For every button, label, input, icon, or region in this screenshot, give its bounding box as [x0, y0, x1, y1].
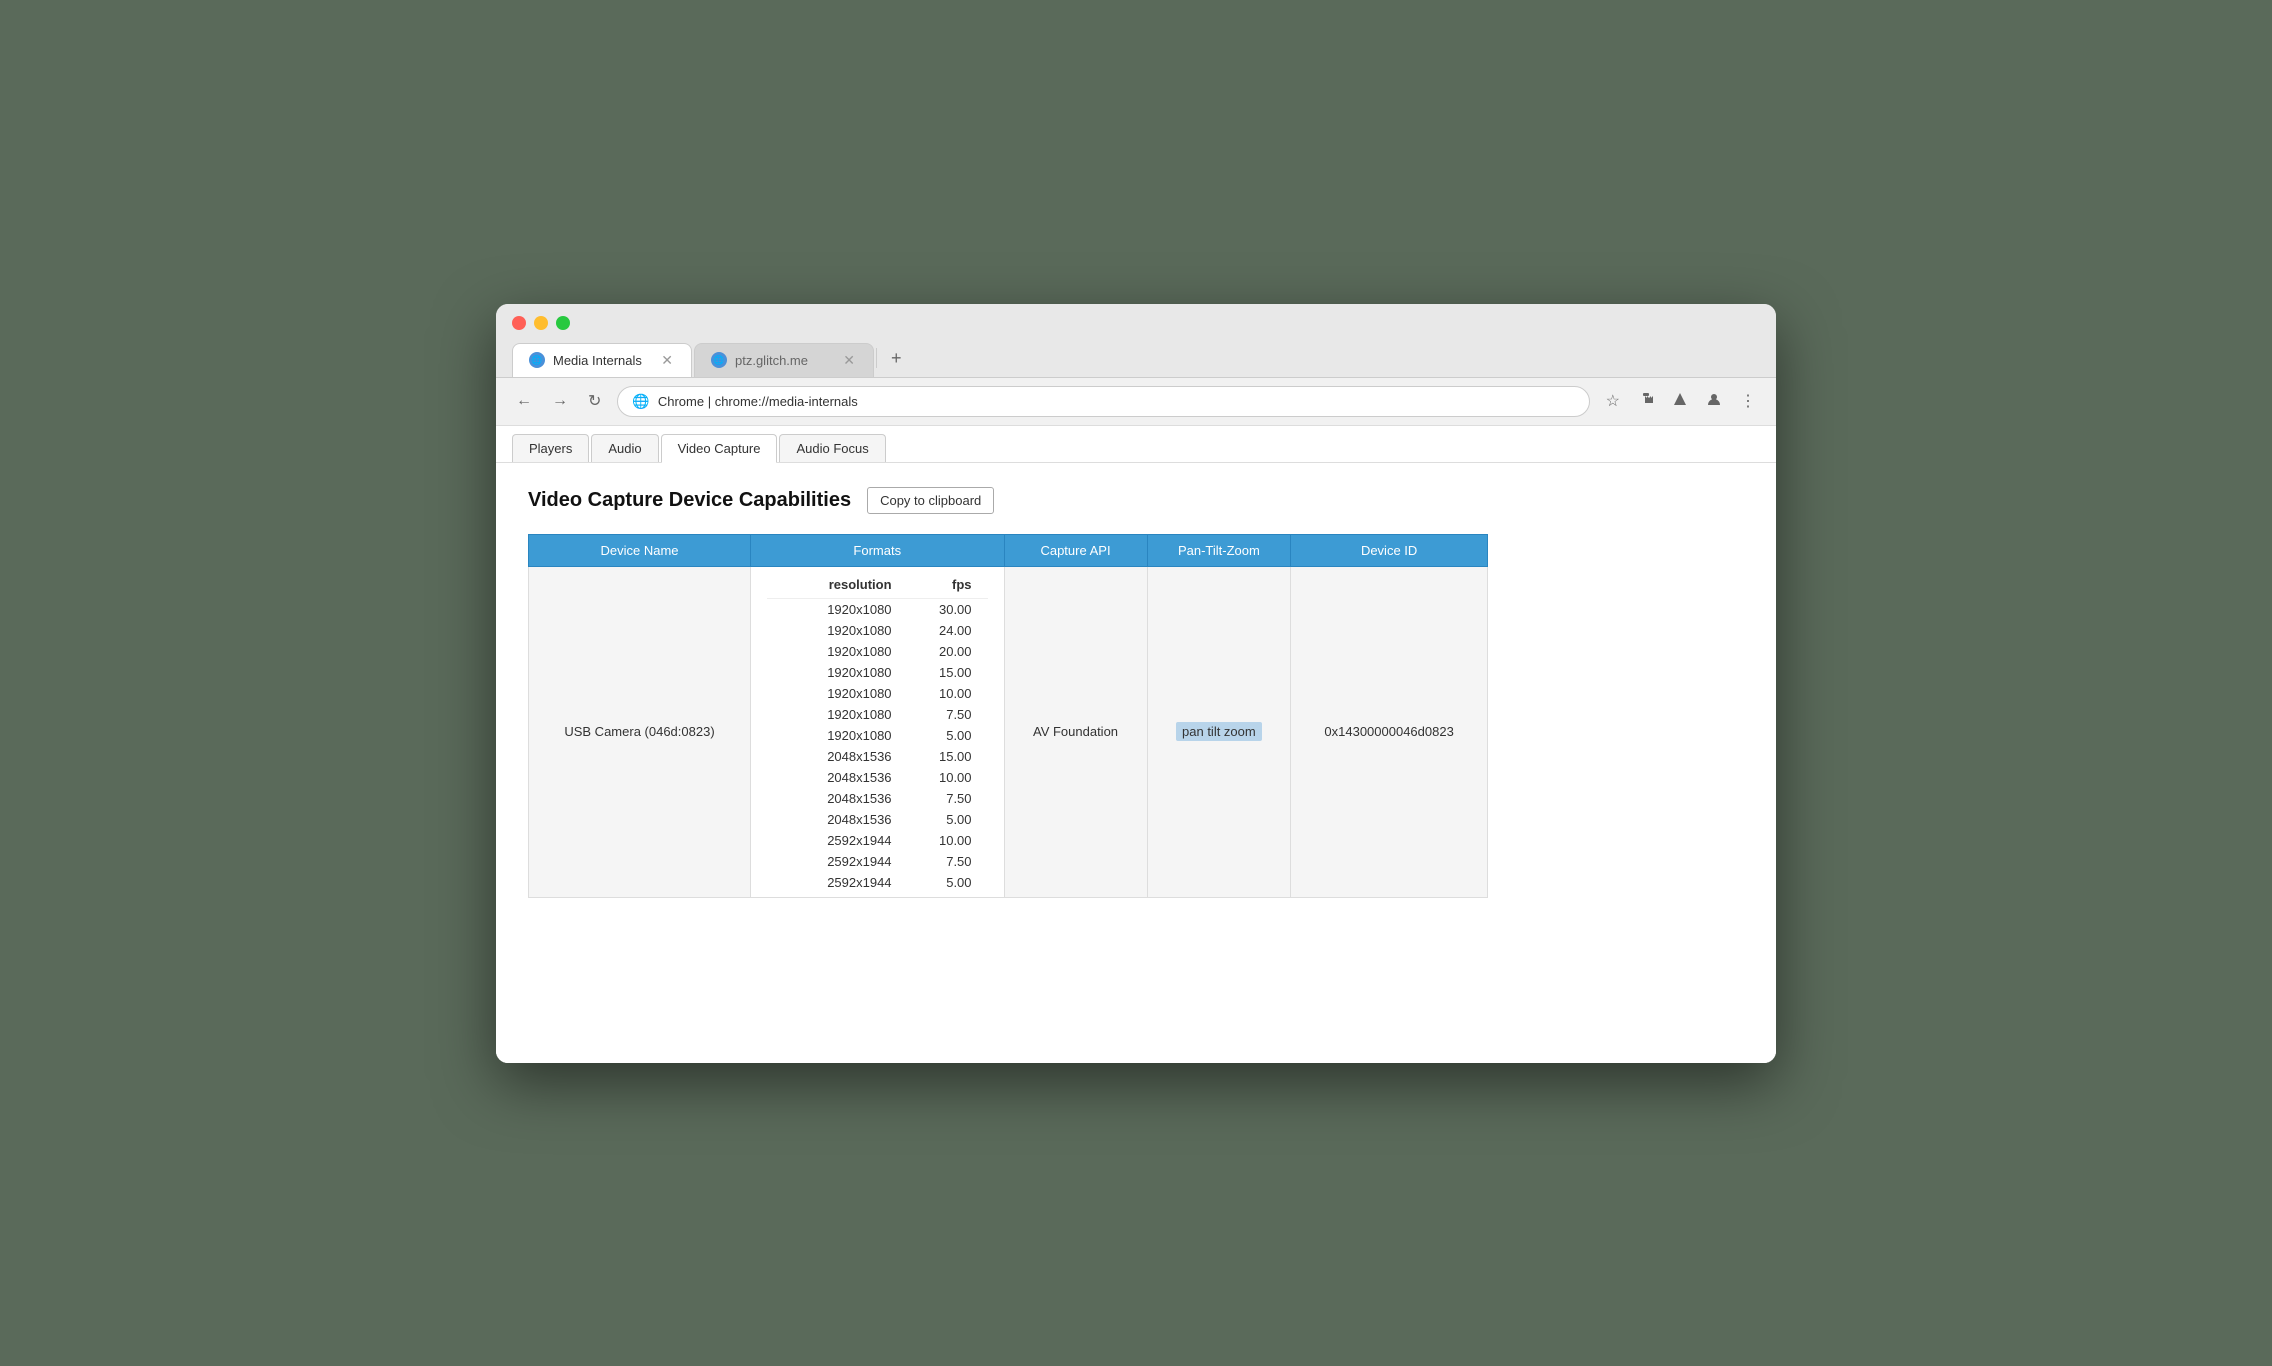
formats-cell: resolution fps 1920x1080 30.00 1920x1080…: [751, 566, 1005, 897]
tab-close-media-internals[interactable]: ✕: [659, 352, 675, 369]
tab-label-ptz: ptz.glitch.me: [735, 353, 808, 368]
format-fps-2: 24.00: [908, 620, 988, 641]
format-fps-14: 5.00: [908, 872, 988, 893]
col-header-device-id: Device ID: [1291, 534, 1488, 566]
format-fps-12: 10.00: [908, 830, 988, 851]
screenshare-icon[interactable]: [1668, 387, 1692, 416]
tab-label-media-internals: Media Internals: [553, 353, 642, 368]
tab-audio-focus[interactable]: Audio Focus: [779, 434, 885, 462]
copy-to-clipboard-button[interactable]: Copy to clipboard: [867, 487, 994, 514]
col-header-formats: Formats: [751, 534, 1005, 566]
internal-tabs: Players Audio Video Capture Audio Focus: [496, 426, 1776, 463]
url-text: Chrome | chrome://media-internals: [658, 394, 858, 409]
back-button[interactable]: ←: [512, 388, 536, 414]
format-fps-7: 5.00: [908, 725, 988, 746]
ptz-cell: pan tilt zoom: [1147, 566, 1291, 897]
url-prefix: Chrome |: [658, 394, 715, 409]
format-res-1: 1920x1080: [767, 599, 908, 620]
tab-audio[interactable]: Audio: [591, 434, 658, 462]
format-fps-11: 5.00: [908, 809, 988, 830]
format-res-14: 2592x1944: [767, 872, 908, 893]
format-fps-9: 10.00: [908, 767, 988, 788]
format-res-11: 2048x1536: [767, 809, 908, 830]
profile-icon[interactable]: [1702, 387, 1726, 416]
col-header-capture-api: Capture API: [1004, 534, 1147, 566]
tab-ptz-glitch[interactable]: 🌐 ptz.glitch.me ✕: [694, 343, 874, 377]
format-res-13: 2592x1944: [767, 851, 908, 872]
url-bar[interactable]: 🌐 Chrome | chrome://media-internals: [617, 386, 1589, 417]
capture-api-cell: AV Foundation: [1004, 566, 1147, 897]
url-security-icon: 🌐: [632, 393, 649, 410]
format-res-3: 1920x1080: [767, 641, 908, 662]
format-res-9: 2048x1536: [767, 767, 908, 788]
traffic-lights: [512, 316, 1760, 330]
format-fps-5: 10.00: [908, 683, 988, 704]
col-header-device-name: Device Name: [529, 534, 751, 566]
forward-button[interactable]: →: [548, 388, 572, 414]
maximize-button[interactable]: [556, 316, 570, 330]
close-button[interactable]: [512, 316, 526, 330]
tab-close-ptz[interactable]: ✕: [841, 352, 857, 369]
page-content: Players Audio Video Capture Audio Focus …: [496, 426, 1776, 1063]
main-area: Video Capture Device Capabilities Copy t…: [496, 463, 1776, 1063]
ptz-value: pan tilt zoom: [1176, 722, 1262, 741]
format-res-12: 2592x1944: [767, 830, 908, 851]
format-res-6: 1920x1080: [767, 704, 908, 725]
minimize-button[interactable]: [534, 316, 548, 330]
browser-tabs: 🌐 Media Internals ✕ 🌐 ptz.glitch.me ✕ +: [512, 340, 1760, 377]
tab-media-internals[interactable]: 🌐 Media Internals ✕: [512, 343, 692, 377]
tab-players[interactable]: Players: [512, 434, 589, 462]
refresh-button[interactable]: ↻: [584, 387, 605, 415]
format-res-8: 2048x1536: [767, 746, 908, 767]
formats-inner: resolution fps 1920x1080 30.00 1920x1080…: [767, 571, 988, 893]
tab-favicon-ptz: 🌐: [711, 352, 727, 368]
format-fps-10: 7.50: [908, 788, 988, 809]
format-fps-8: 15.00: [908, 746, 988, 767]
new-tab-button[interactable]: +: [879, 340, 914, 377]
format-fps-6: 7.50: [908, 704, 988, 725]
browser-window: 🌐 Media Internals ✕ 🌐 ptz.glitch.me ✕ + …: [496, 304, 1776, 1063]
capabilities-table: Device Name Formats Capture API Pan-Tilt…: [528, 534, 1488, 898]
format-res-5: 1920x1080: [767, 683, 908, 704]
formats-sub-header-fps: fps: [908, 571, 988, 599]
menu-icon[interactable]: ⋮: [1736, 387, 1760, 415]
star-icon[interactable]: ☆: [1602, 387, 1624, 415]
tab-divider: [876, 348, 877, 368]
format-fps-3: 20.00: [908, 641, 988, 662]
format-fps-1: 30.00: [908, 599, 988, 620]
table-row: USB Camera (046d:0823) resolution fps 19…: [529, 566, 1488, 897]
col-header-ptz: Pan-Tilt-Zoom: [1147, 534, 1291, 566]
extensions-icon[interactable]: [1634, 387, 1658, 416]
format-res-4: 1920x1080: [767, 662, 908, 683]
device-name-cell: USB Camera (046d:0823): [529, 566, 751, 897]
tab-video-capture[interactable]: Video Capture: [661, 434, 778, 463]
page-title: Video Capture Device Capabilities: [528, 489, 851, 512]
format-fps-4: 15.00: [908, 662, 988, 683]
toolbar-icons: ☆ ⋮: [1602, 387, 1760, 416]
tab-favicon-media-internals: 🌐: [529, 352, 545, 368]
url-path: chrome://media-internals: [715, 394, 858, 409]
title-bar: 🌐 Media Internals ✕ 🌐 ptz.glitch.me ✕ +: [496, 304, 1776, 378]
device-id-cell: 0x14300000046d0823: [1291, 566, 1488, 897]
format-res-7: 1920x1080: [767, 725, 908, 746]
address-bar: ← → ↻ 🌐 Chrome | chrome://media-internal…: [496, 378, 1776, 426]
format-res-2: 1920x1080: [767, 620, 908, 641]
section-header: Video Capture Device Capabilities Copy t…: [528, 487, 1744, 514]
format-fps-13: 7.50: [908, 851, 988, 872]
formats-sub-header-resolution: resolution: [767, 571, 908, 599]
format-res-10: 2048x1536: [767, 788, 908, 809]
